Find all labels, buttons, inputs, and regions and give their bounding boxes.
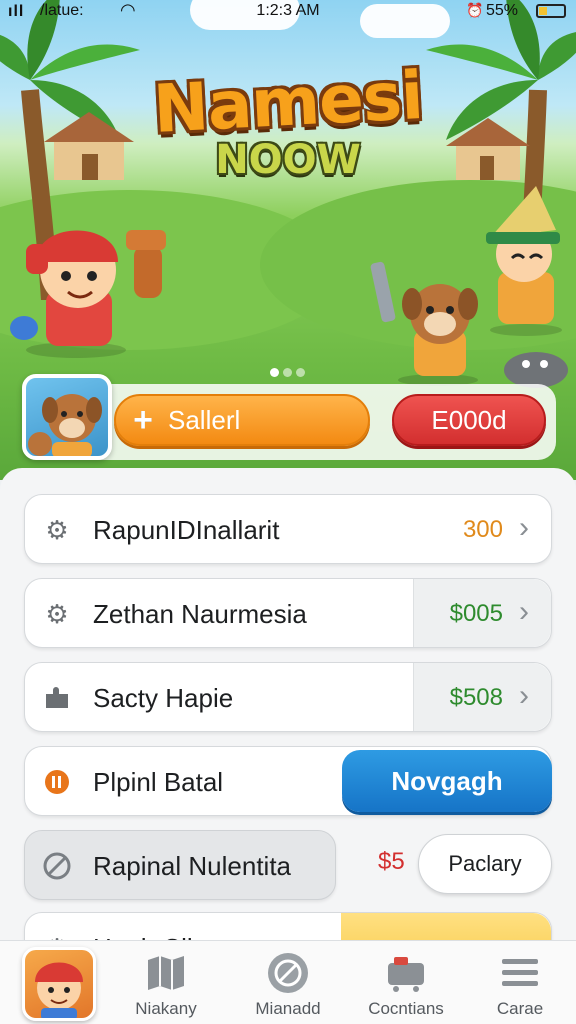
chevron-right-icon: › bbox=[519, 595, 529, 628]
list-item[interactable]: ⚙ RapunIDInallarit 300 › bbox=[24, 494, 552, 564]
chevron-right-icon: › bbox=[519, 511, 529, 544]
list-item[interactable]: Sacty Hapie $508 › bbox=[24, 662, 552, 732]
list-action-button[interactable]: Novgagh bbox=[342, 750, 552, 812]
list-item-value: $508 bbox=[449, 684, 503, 711]
tab-menu[interactable]: Carae bbox=[460, 951, 576, 1019]
character-boy-red-cap bbox=[10, 230, 166, 358]
list-item-label: Rapinal Nulentita bbox=[93, 851, 292, 881]
list-item-value: 300 bbox=[462, 516, 503, 543]
tab-label: Carae bbox=[496, 999, 544, 1018]
gear-icon: ⚙ bbox=[45, 598, 69, 629]
puzzle-icon bbox=[43, 684, 71, 712]
character-kid-green-hat bbox=[486, 186, 562, 336]
list-item-value: $5 bbox=[378, 848, 405, 875]
list-item-value: $005 bbox=[449, 600, 503, 627]
tab-manage[interactable]: Mianadd bbox=[228, 951, 348, 1019]
character-grey-dog bbox=[504, 352, 568, 388]
map-icon bbox=[106, 951, 226, 995]
profile-avatar[interactable] bbox=[22, 947, 96, 1021]
carousel-dots[interactable] bbox=[270, 364, 309, 382]
blocked-circle-icon bbox=[228, 951, 348, 995]
primary-action-label: Sallerl bbox=[168, 404, 241, 435]
tab-map[interactable]: Niakany bbox=[106, 951, 226, 1019]
cart-icon bbox=[346, 951, 466, 995]
list-item[interactable]: Rapinal Nulentita bbox=[24, 830, 336, 900]
tab-label: Niakany bbox=[135, 999, 197, 1018]
primary-action-button[interactable]: + Sallerl bbox=[114, 394, 370, 446]
list-action-button[interactable]: Paclary bbox=[418, 834, 552, 894]
hero-banner: ıll /latue: ◠ 1:2:3 AM ⏰ 55% Namesi NOOW… bbox=[0, 0, 576, 480]
tab-label: Cocntians bbox=[368, 999, 444, 1018]
list-item-label: Zethan Naurmesia bbox=[93, 599, 307, 629]
list-item-label: Plpinl Batal bbox=[93, 767, 224, 797]
list-item-label: Sacty Hapie bbox=[93, 683, 234, 713]
battery-icon bbox=[536, 4, 566, 18]
list-action-label: Novgagh bbox=[391, 765, 503, 796]
carousel-dot[interactable] bbox=[270, 368, 279, 377]
gear-icon: ⚙ bbox=[45, 514, 69, 545]
carousel-dot[interactable] bbox=[296, 368, 305, 377]
plus-icon: + bbox=[133, 400, 153, 439]
pause-badge-icon bbox=[43, 768, 71, 796]
tab-label: Mianadd bbox=[255, 999, 321, 1018]
tab-cart[interactable]: Cocntians bbox=[346, 951, 466, 1019]
secondary-action-button[interactable]: E000d bbox=[392, 394, 546, 446]
list-item-label: RapunIDInallarit bbox=[93, 515, 280, 545]
blocked-icon bbox=[43, 852, 71, 880]
list-item[interactable]: ⚙ Zethan Naurmesia $005 › bbox=[24, 578, 552, 648]
status-bar: ıll /latue: ◠ 1:2:3 AM ⏰ 55% bbox=[0, 0, 576, 26]
dog-avatar-icon bbox=[28, 394, 102, 456]
tab-bar: Niakany Mianadd Cocntians Carae bbox=[0, 940, 576, 1024]
chevron-right-icon: › bbox=[519, 679, 529, 712]
carousel-dot[interactable] bbox=[283, 368, 292, 377]
alarm-icon: ⏰ bbox=[466, 2, 484, 18]
boy-avatar-icon bbox=[35, 962, 83, 1018]
app-thumbnail[interactable] bbox=[22, 374, 112, 460]
secondary-action-label: E000d bbox=[431, 404, 507, 435]
game-logo: Namesi NOOW bbox=[0, 57, 576, 183]
battery-percent: 55% bbox=[486, 2, 519, 19]
list-action-label: Paclary bbox=[448, 851, 522, 876]
menu-icon bbox=[460, 951, 576, 995]
